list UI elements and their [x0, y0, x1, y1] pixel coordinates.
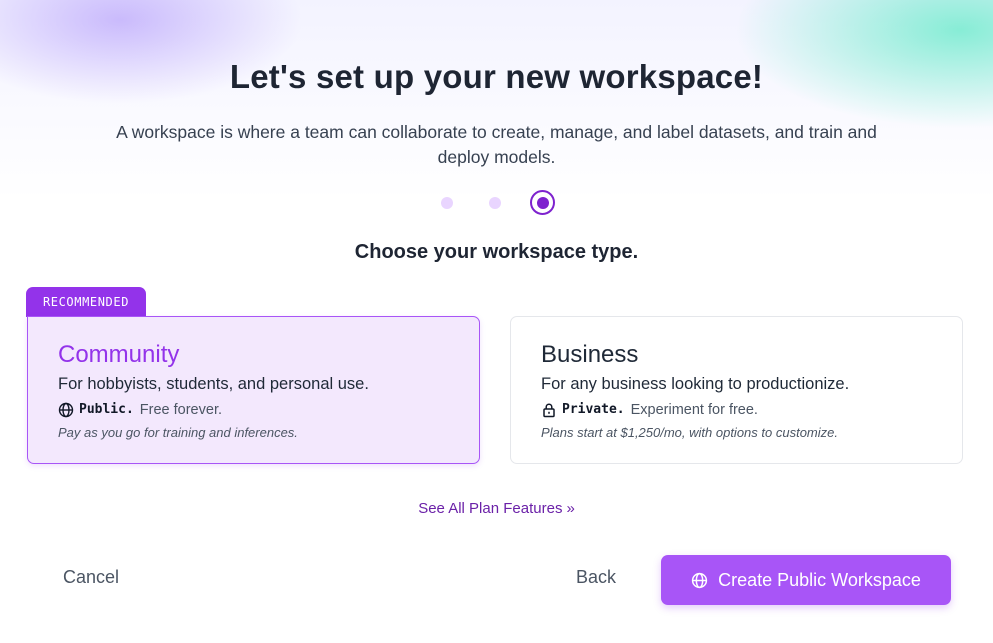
community-card-description: For hobbyists, students, and personal us…: [58, 375, 369, 393]
lock-icon: [541, 402, 557, 418]
see-all-plan-features-link[interactable]: See All Plan Features»: [0, 500, 993, 517]
page-subtitle: A workspace is where a team can collabor…: [116, 122, 877, 167]
step-indicator: [0, 190, 993, 216]
business-visibility-label: Private.: [562, 402, 625, 417]
double-chevron-right-icon: »: [566, 500, 575, 517]
business-card-description: For any business looking to productioniz…: [541, 375, 850, 393]
globe-icon: [691, 572, 708, 589]
business-visibility-text: Experiment for free.: [630, 402, 758, 418]
step-dot-3-active: [530, 190, 555, 215]
business-card-visibility: Private. Experiment for free.: [541, 400, 932, 420]
hero-background: [0, 0, 993, 200]
page-title: Let's set up your new workspace!: [229, 58, 764, 95]
community-card-visibility: Public. Free forever.: [58, 400, 449, 420]
section-heading: Choose your workspace type.: [354, 241, 639, 263]
step-dot-2: [489, 197, 501, 209]
create-public-workspace-button[interactable]: Create Public Workspace: [661, 555, 951, 605]
community-visibility-label: Public.: [79, 402, 134, 417]
community-card-note: Pay as you go for training and inference…: [58, 425, 298, 440]
community-card-title: Community: [58, 341, 180, 368]
business-card-note: Plans start at $1,250/mo, with options t…: [541, 425, 838, 440]
cancel-button[interactable]: Cancel: [63, 567, 119, 588]
globe-icon: [58, 402, 74, 418]
see-all-link-label: See All Plan Features: [418, 500, 563, 517]
community-workspace-card[interactable]: Community For hobbyists, students, and p…: [27, 316, 480, 464]
business-card-title: Business: [541, 341, 639, 368]
business-workspace-card[interactable]: Business For any business looking to pro…: [510, 316, 963, 464]
community-visibility-text: Free forever.: [139, 402, 222, 418]
recommended-badge: RECOMMENDED: [26, 287, 146, 317]
step-dot-1: [441, 197, 453, 209]
back-button[interactable]: Back: [576, 567, 616, 588]
create-button-label: Create Public Workspace: [718, 569, 921, 590]
